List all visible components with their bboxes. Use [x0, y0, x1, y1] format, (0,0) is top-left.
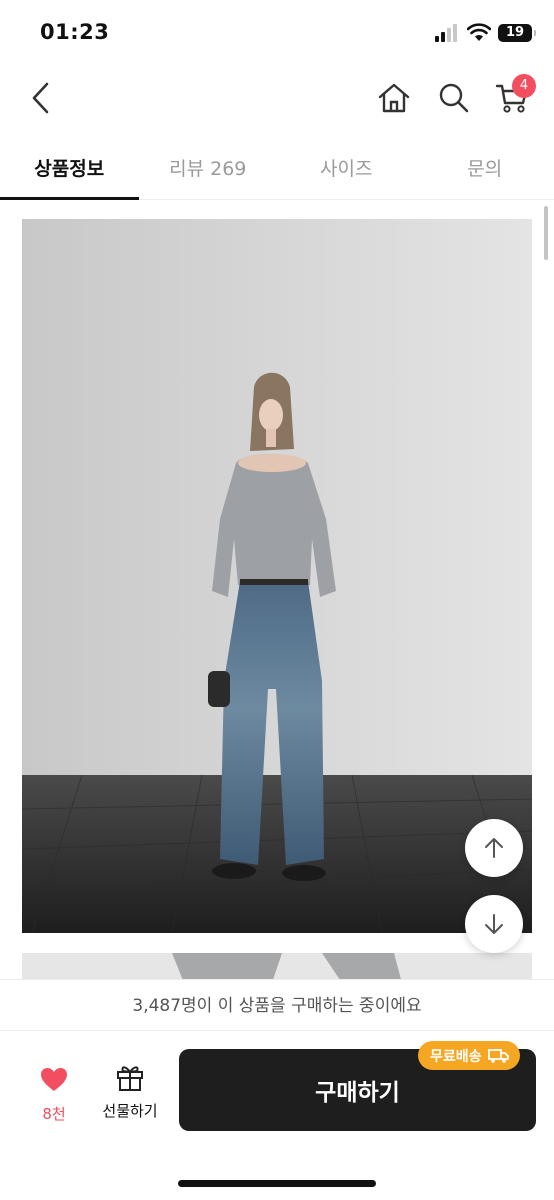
gift-icon: [117, 1066, 143, 1091]
wifi-icon: [467, 23, 491, 41]
free-shipping-label: 무료배송: [430, 1048, 482, 1065]
gift-label: 선물하기: [102, 1102, 158, 1120]
home-icon: [378, 83, 410, 113]
product-tabs: 상품정보 리뷰 269 사이즈 문의: [0, 138, 554, 200]
heart-icon: [41, 1068, 67, 1091]
gift-button[interactable]: 선물하기: [96, 1063, 164, 1121]
status-bar: 01:23 19: [0, 0, 554, 68]
home-button[interactable]: [374, 78, 414, 118]
scroll-down-button[interactable]: [465, 895, 523, 953]
delivery-truck-icon: [487, 1048, 509, 1063]
arrow-up-icon: [485, 838, 503, 858]
purchase-notice: 3,487명이 이 상품을 구매하는 중이에요: [0, 979, 554, 1031]
arrow-down-icon: [485, 914, 503, 934]
cart-count-badge: 4: [512, 74, 536, 98]
free-shipping-badge: 무료배송: [418, 1041, 520, 1070]
product-photo: [22, 219, 532, 933]
tab-size[interactable]: 사이즈: [277, 138, 416, 199]
like-button[interactable]: 8천: [30, 1067, 78, 1124]
tab-inquiry[interactable]: 문의: [416, 138, 554, 199]
home-indicator[interactable]: [178, 1180, 376, 1187]
chevron-left-icon: [32, 82, 49, 114]
back-button[interactable]: [20, 78, 60, 118]
tab-product-info[interactable]: 상품정보: [0, 138, 139, 200]
scroll-up-button[interactable]: [465, 819, 523, 877]
like-count: 8천: [42, 1105, 66, 1123]
tab-reviews[interactable]: 리뷰 269: [139, 138, 278, 199]
search-icon: [439, 83, 469, 113]
search-button[interactable]: [434, 78, 474, 118]
scrollbar[interactable]: [544, 206, 548, 260]
battery-icon: 19: [498, 24, 536, 42]
top-navigation: [0, 68, 554, 130]
clock: 01:23: [40, 20, 110, 44]
cellular-signal-icon: [435, 24, 459, 42]
